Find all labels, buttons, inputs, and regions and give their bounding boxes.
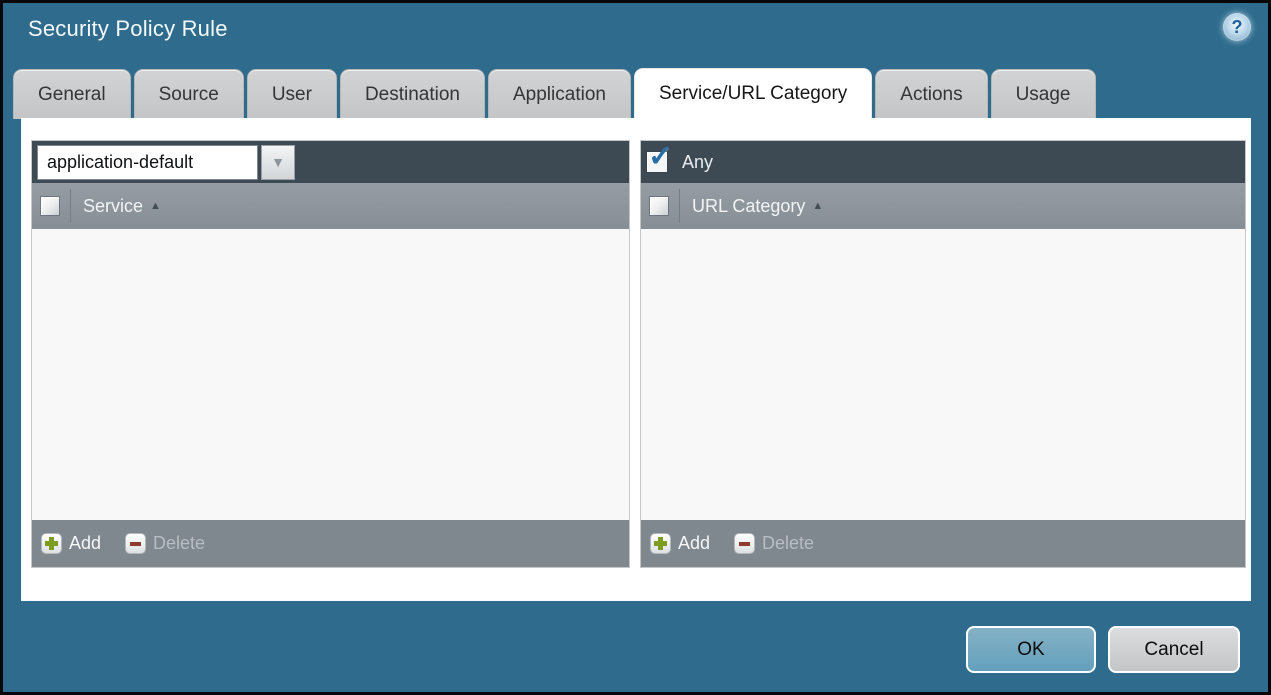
plus-icon bbox=[650, 533, 671, 554]
add-url-category-button[interactable]: Add bbox=[650, 533, 710, 554]
tab-destination[interactable]: Destination bbox=[339, 69, 485, 119]
tab-general[interactable]: General bbox=[13, 69, 131, 119]
sort-ascending-icon[interactable]: ▲ bbox=[150, 200, 161, 212]
url-category-toolbar: ✓ Any bbox=[641, 140, 1245, 183]
any-checkbox-label[interactable]: Any bbox=[682, 152, 713, 173]
plus-icon bbox=[41, 533, 62, 554]
tab-source[interactable]: Source bbox=[133, 69, 244, 119]
url-category-panel: ✓ Any URL Category ▲ Add Delete bbox=[640, 140, 1246, 568]
cancel-button[interactable]: Cancel bbox=[1108, 626, 1240, 673]
service-panel: application-default ▼ Service ▲ Add Dele… bbox=[31, 140, 630, 568]
tab-actions[interactable]: Actions bbox=[875, 69, 988, 119]
minus-icon bbox=[125, 533, 147, 554]
any-checkbox[interactable]: ✓ bbox=[646, 140, 673, 173]
help-glyph: ? bbox=[1231, 17, 1243, 37]
sort-ascending-icon[interactable]: ▲ bbox=[812, 200, 823, 212]
ok-button[interactable]: OK bbox=[966, 626, 1096, 673]
service-toolbar: application-default ▼ bbox=[32, 141, 629, 183]
service-table-body bbox=[32, 229, 629, 520]
service-select-all-checkbox[interactable] bbox=[40, 196, 60, 216]
delete-service-label: Delete bbox=[153, 533, 206, 553]
service-type-dropdown[interactable]: application-default ▼ bbox=[37, 144, 295, 180]
service-column-label[interactable]: Service bbox=[83, 196, 143, 217]
security-policy-rule-dialog: Security Policy Rule ? General Source Us… bbox=[0, 0, 1271, 695]
help-icon[interactable]: ? bbox=[1223, 13, 1251, 41]
service-actions-bar: Add Delete bbox=[32, 520, 629, 567]
url-category-table-header: URL Category ▲ bbox=[641, 183, 1245, 229]
column-divider bbox=[70, 189, 71, 223]
url-category-table-body bbox=[641, 229, 1245, 520]
tab-service-url-category[interactable]: Service/URL Category bbox=[633, 68, 873, 119]
tab-bar: General Source User Destination Applicat… bbox=[13, 68, 1096, 119]
add-service-button[interactable]: Add bbox=[41, 533, 101, 554]
url-category-column-label[interactable]: URL Category bbox=[692, 196, 805, 217]
service-table-header: Service ▲ bbox=[32, 183, 629, 229]
delete-url-category-button[interactable]: Delete bbox=[734, 533, 814, 554]
minus-icon bbox=[734, 533, 756, 554]
column-divider bbox=[679, 189, 680, 223]
chevron-down-icon: ▼ bbox=[271, 154, 285, 170]
add-service-label: Add bbox=[69, 533, 102, 553]
url-category-actions-bar: Add Delete bbox=[641, 520, 1245, 567]
delete-service-button[interactable]: Delete bbox=[125, 533, 205, 554]
dialog-title: Security Policy Rule bbox=[28, 16, 228, 41]
tab-usage[interactable]: Usage bbox=[990, 69, 1096, 119]
add-url-category-label: Add bbox=[678, 533, 711, 553]
service-type-dropdown-button[interactable]: ▼ bbox=[261, 144, 295, 180]
url-category-select-all-checkbox[interactable] bbox=[649, 196, 669, 216]
service-type-dropdown-value[interactable]: application-default bbox=[37, 144, 258, 180]
tab-application[interactable]: Application bbox=[488, 69, 631, 119]
tab-user[interactable]: User bbox=[246, 69, 337, 119]
delete-url-category-label: Delete bbox=[762, 533, 815, 553]
checkmark-icon: ✓ bbox=[648, 140, 674, 173]
dialog-content: application-default ▼ Service ▲ Add Dele… bbox=[21, 118, 1251, 601]
